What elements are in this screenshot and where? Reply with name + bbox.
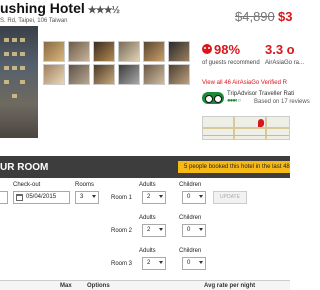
adults-select-value: 2 [147,227,151,233]
gallery-thumbnail[interactable] [168,41,190,62]
location-map[interactable] [202,116,290,140]
chevron-down-icon [199,195,203,198]
room-label: Room 3 [111,261,133,267]
chevron-down-icon [159,261,163,264]
urgency-badge: 5 people booked this hotel in the last 4… [178,161,290,173]
checkout-label: Check-out [13,182,41,188]
adults-select[interactable]: 2 [142,224,166,237]
children-select-value: 0 [187,194,191,200]
adults-select[interactable]: 2 [142,191,166,204]
view-reviews-link[interactable]: View all 46 AirAsiaGo Verified R [202,80,287,86]
airasiago-rating-label: AirAsiaGo ra... [265,60,305,66]
tripadvisor-label: TripAdvisor Traveller Rati [227,91,295,97]
children-label: Children [179,248,202,254]
recommend-label: of guests recommend [202,60,260,66]
tripadvisor-bubble-rating: ●●●◐○ [227,98,241,104]
adults-select-value: 2 [147,194,151,200]
gallery-thumbnail[interactable] [68,41,90,62]
chevron-down-icon [92,195,96,198]
hotel-main-photo[interactable] [0,26,38,138]
section-title: UR ROOM [0,162,49,173]
star-rating: ★★★½ [87,5,120,16]
airasiago-rating: 3.3 o [265,42,295,57]
gallery-thumbnail[interactable] [93,41,115,62]
room-label: Room 2 [111,228,133,234]
children-select-value: 0 [187,260,191,266]
gallery-thumbnail[interactable] [143,64,165,85]
smiley-icon [202,44,212,54]
children-select[interactable]: 0 [182,191,206,204]
children-select[interactable]: 0 [182,224,206,237]
adults-select[interactable]: 2 [142,257,166,270]
hotel-name: ushing Hotel ★★★½ [0,0,120,16]
chevron-down-icon [199,228,203,231]
gallery-thumbnail[interactable] [118,64,140,85]
original-price: $4,890 [235,9,275,24]
update-button[interactable]: UPDATE [213,191,247,204]
column-header-max: Max [60,283,72,289]
map-pin-icon [258,119,264,127]
children-select-value: 0 [187,227,191,233]
gallery-thumbnail[interactable] [68,64,90,85]
column-header-avg-rate: Avg rate per night [204,283,256,289]
rooms-select[interactable]: 3 [75,191,99,204]
hotel-name-text: ushing Hotel [0,0,85,16]
checkout-date-value: 05/04/2015 [26,194,57,200]
tripadvisor-owl-icon [202,92,224,104]
children-select[interactable]: 0 [182,257,206,270]
checkin-date-input[interactable] [0,191,8,204]
calendar-icon [16,194,23,201]
gallery-thumbnail[interactable] [143,41,165,62]
children-label: Children [179,182,202,188]
adults-select-value: 2 [147,260,151,266]
recommend-percentage: 98% [214,42,241,57]
hotel-address: S. Rd, Taipei, 106 Taiwan [0,18,68,24]
chevron-down-icon [159,195,163,198]
children-label: Children [179,215,202,221]
room-label: Room 1 [111,195,133,201]
chevron-down-icon [199,261,203,264]
chevron-down-icon [159,228,163,231]
gallery-thumbnail[interactable] [93,64,115,85]
gallery-thumbnail[interactable] [43,41,65,62]
gallery-thumbnail[interactable] [43,64,65,85]
checkout-date-input[interactable]: 05/04/2015 [13,191,70,204]
rooms-label: Rooms [75,182,95,188]
adults-label: Adults [139,248,156,254]
gallery-thumbnail[interactable] [118,41,140,62]
photo-gallery [43,41,195,85]
adults-label: Adults [139,182,156,188]
rooms-select-value: 3 [80,194,84,200]
discounted-price: $3 [278,9,293,24]
gallery-thumbnail[interactable] [168,64,190,85]
tripadvisor-review-count[interactable]: Based on 17 reviews [254,99,310,105]
column-header-options: Options [87,283,110,289]
adults-label: Adults [139,215,156,221]
